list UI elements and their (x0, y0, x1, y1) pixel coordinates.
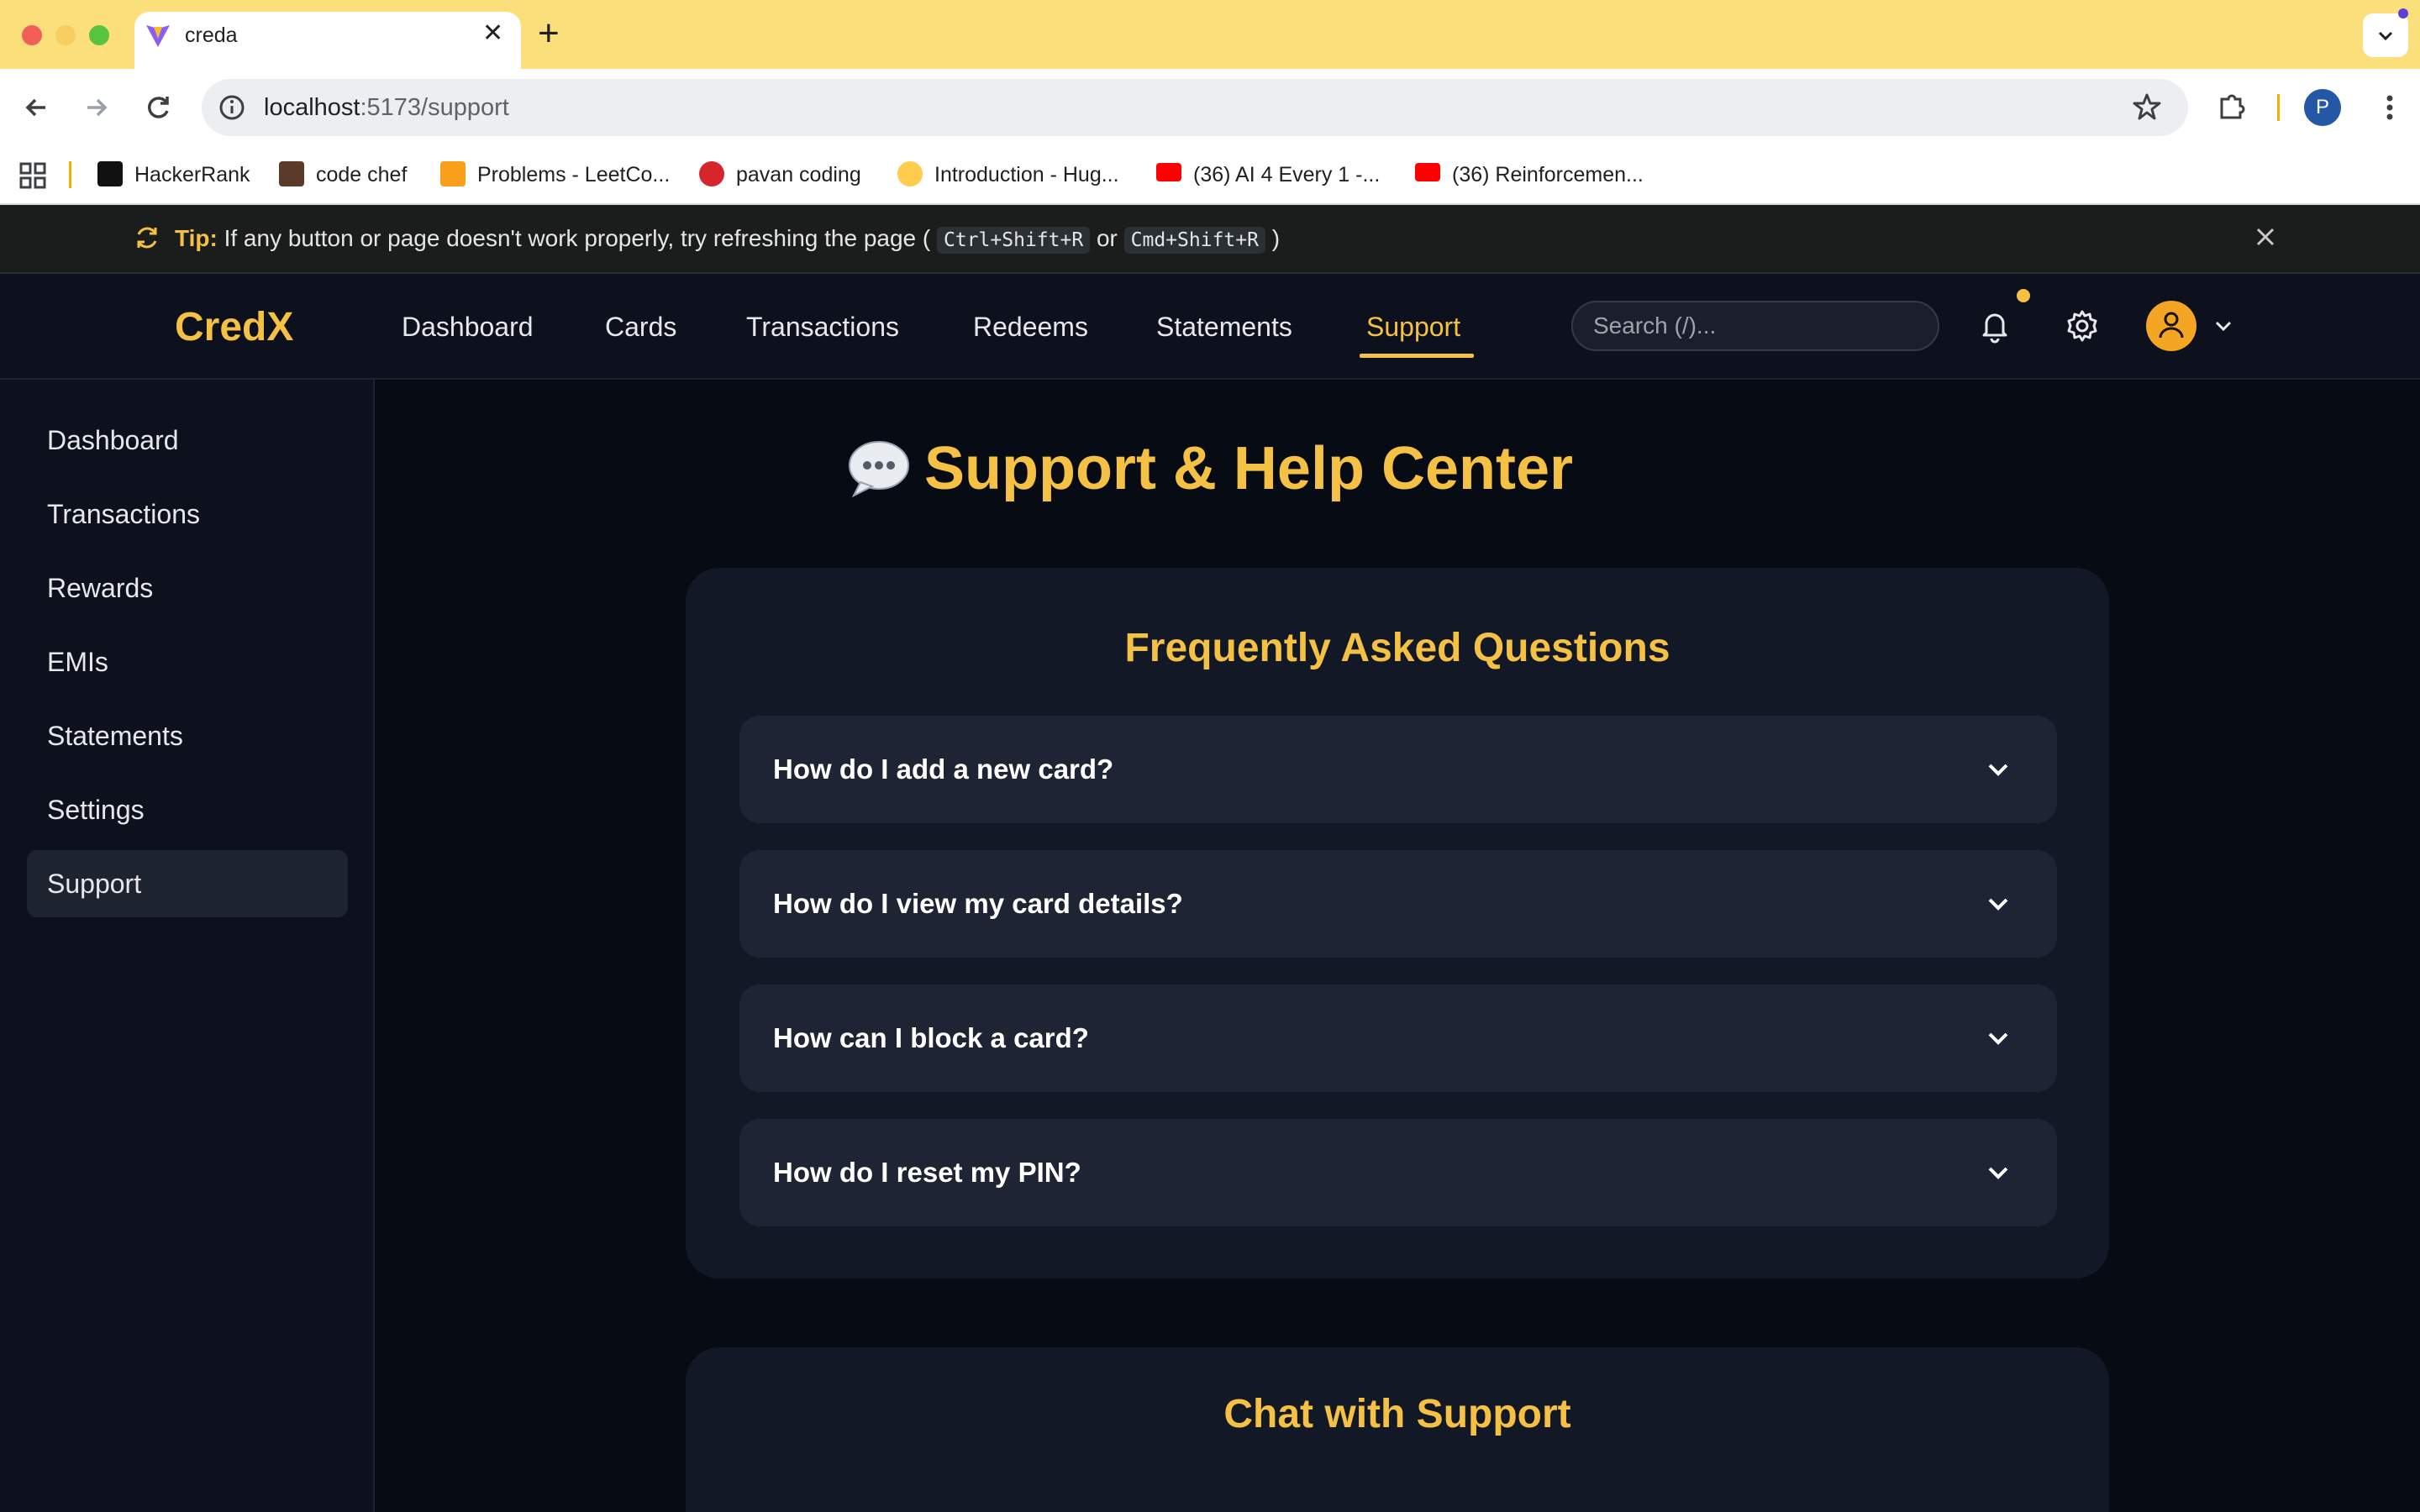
tab-menu-badge (2398, 8, 2408, 18)
kbd-ctrl-shift-r: Ctrl+Shift+R (937, 227, 1091, 254)
kbd-cmd-shift-r: Cmd+Shift+R (1123, 227, 1265, 254)
nav-transactions[interactable]: Transactions (746, 309, 899, 344)
nav-redeems[interactable]: Redeems (973, 309, 1088, 344)
window-maximize-button[interactable] (89, 25, 109, 45)
faq-question: How do I view my card details? (773, 888, 1183, 919)
apps-grid-icon[interactable] (18, 161, 47, 190)
bookmark-youtube-rl[interactable]: (36) Reinforcemen... (1415, 160, 1644, 190)
extensions-puzzle-icon[interactable] (2215, 89, 2249, 123)
speech-bubble-icon (848, 440, 909, 497)
tab-title: creda (185, 24, 238, 47)
bookmark-huggingface[interactable]: Introduction - Hug... (897, 160, 1119, 190)
hackerrank-icon (97, 161, 123, 187)
bookmarks-separator (69, 161, 71, 188)
chevron-down-icon (1988, 898, 2008, 911)
vite-favicon-icon (146, 25, 170, 47)
url-text[interactable]: localhost:5173/support (264, 92, 509, 123)
faq-item[interactable]: How do I reset my PIN? (739, 1119, 2057, 1226)
chevron-down-icon (2378, 31, 2393, 41)
nav-dashboard[interactable]: Dashboard (402, 309, 534, 344)
page-title: Support & Help Center (0, 433, 2420, 504)
faq-title: Frequently Asked Questions (1124, 626, 1670, 670)
refresh-icon (137, 227, 157, 249)
bookmark-leetcode[interactable]: Problems - LeetCo... (440, 160, 670, 190)
sidebar-item-label: Rewards (47, 573, 154, 603)
sidebar-item-emis[interactable]: EMIs (27, 628, 348, 696)
gear-icon[interactable] (2064, 307, 2101, 344)
notification-badge (2017, 289, 2030, 302)
nav-statements[interactable]: Statements (1156, 309, 1292, 344)
bookmark-codechef[interactable]: code chef (279, 160, 407, 190)
chat-title: Chat with Support (1223, 1392, 1571, 1436)
close-tip-icon[interactable] (2252, 223, 2279, 250)
user-avatar[interactable] (2146, 301, 2196, 351)
sidebar-item-label: Support (47, 869, 142, 899)
nav-cards[interactable]: Cards (605, 309, 676, 344)
sidebar-item-support[interactable]: Support (27, 850, 348, 917)
more-vert-icon[interactable] (2373, 91, 2407, 124)
nav-support[interactable]: Support (1366, 309, 1460, 344)
chevron-down-icon[interactable] (2212, 314, 2235, 338)
new-tab-button[interactable]: + (538, 15, 560, 52)
active-nav-indicator (1360, 354, 1474, 358)
hugging-face-icon (897, 161, 923, 187)
window-close-button[interactable] (22, 25, 42, 45)
faq-item[interactable]: How can I block a card? (739, 984, 2057, 1092)
sidebar-item-label: Settings (47, 795, 145, 825)
chevron-down-icon (1988, 764, 2008, 776)
codechef-icon (279, 161, 304, 187)
sidebar-item-label: Statements (47, 721, 183, 751)
tab-close-icon[interactable]: ✕ (482, 20, 503, 47)
faq-item[interactable]: How do I add a new card? (739, 716, 2057, 823)
site-info-icon[interactable] (217, 92, 247, 123)
forward-arrow-icon[interactable] (79, 91, 113, 124)
youtube-icon (1415, 163, 1440, 182)
window-minimize-button[interactable] (55, 25, 76, 45)
sidebar (0, 380, 375, 1512)
youtube-icon (1156, 163, 1181, 182)
bookmark-hackerrank[interactable]: HackerRank (97, 160, 250, 190)
faq-question: How do I add a new card? (773, 753, 1114, 785)
sidebar-item-statements[interactable]: Statements (27, 702, 348, 769)
reload-icon[interactable] (141, 91, 175, 124)
tuf-icon (699, 161, 724, 187)
back-arrow-icon[interactable] (20, 91, 54, 124)
user-icon (2159, 312, 2184, 339)
faq-question: How can I block a card? (773, 1022, 1089, 1053)
chevron-down-icon (1988, 1167, 2008, 1179)
faq-item[interactable]: How do I view my card details? (739, 850, 2057, 958)
leetcode-icon (440, 161, 466, 187)
chat-card: Chat with Support (686, 1347, 2109, 1512)
brand-logo[interactable]: CredX (175, 304, 293, 351)
toolbar-separator (2277, 94, 2280, 121)
bell-icon[interactable] (1976, 307, 2013, 344)
bookmark-youtube-ai[interactable]: (36) AI 4 Every 1 -... (1156, 160, 1380, 190)
sidebar-item-rewards[interactable]: Rewards (27, 554, 348, 622)
chevron-down-icon (1988, 1032, 2008, 1045)
bookmark-pavan-coding[interactable]: pavan coding (699, 160, 861, 190)
tip-text: Tip: If any button or page doesn't work … (175, 223, 1280, 255)
profile-avatar[interactable]: P (2304, 89, 2341, 126)
search-input[interactable] (1571, 301, 1939, 351)
sidebar-item-settings[interactable]: Settings (27, 776, 348, 843)
sidebar-item-label: EMIs (47, 647, 108, 677)
tab-search-button[interactable] (2363, 13, 2408, 57)
faq-question: How do I reset my PIN? (773, 1157, 1081, 1188)
bookmark-star-icon[interactable] (2131, 91, 2163, 123)
